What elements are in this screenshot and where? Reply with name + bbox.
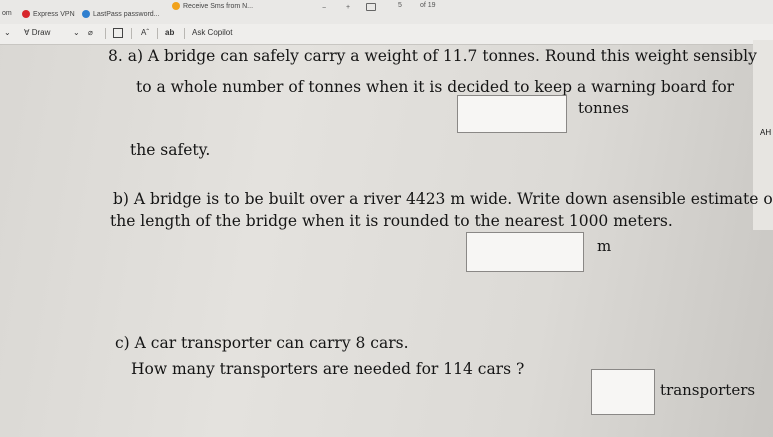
divider	[105, 28, 106, 39]
page-number-input[interactable]: 5	[398, 2, 402, 9]
sms-icon	[172, 2, 180, 10]
zoom-in-button[interactable]: +	[346, 4, 350, 11]
answer-box-c[interactable]	[591, 369, 655, 415]
bookmark-label: LastPass password...	[93, 10, 160, 18]
bookmark-express-vpn[interactable]: Express VPN	[22, 10, 75, 18]
draw-label: Draw	[31, 28, 51, 37]
bookmark-label: Express VPN	[33, 10, 75, 18]
question-a-line3: the safety.	[130, 141, 211, 159]
read-aloud-button[interactable]: Aˆ	[141, 28, 149, 37]
answer-box-b[interactable]	[466, 232, 584, 272]
page-total: of 19	[420, 2, 436, 9]
question-b-line1: b) A bridge is to be built over a river …	[113, 190, 773, 208]
zoom-out-button[interactable]: −	[322, 5, 326, 12]
bookmark-label: Receive Sms from N...	[183, 2, 254, 10]
ask-copilot-button[interactable]: Ask Copilot	[192, 28, 232, 37]
divider	[157, 28, 158, 39]
unit-meters: m	[597, 237, 612, 255]
question-c-line1: c) A car transporter can carry 8 cars.	[115, 334, 409, 352]
unit-tonnes: tonnes	[578, 99, 629, 117]
unit-transporters: transporters	[660, 381, 756, 399]
bookmark-item[interactable]: om	[2, 10, 12, 17]
highlight-button[interactable]: ab	[165, 28, 174, 37]
side-label: AH	[760, 128, 772, 137]
question-a-line2: to a whole number of tonnes when it is d…	[136, 78, 735, 96]
view-icon[interactable]	[113, 28, 123, 38]
expressvpn-icon	[22, 10, 30, 18]
draw-button[interactable]: ∀ Draw	[24, 28, 50, 37]
lastpass-icon	[82, 10, 90, 18]
question-c-line2: How many transporters are needed for 114…	[131, 360, 525, 378]
chevron-down-icon[interactable]: ⌄	[73, 28, 80, 37]
fit-page-icon[interactable]	[366, 3, 376, 11]
divider	[131, 28, 132, 39]
chevron-down-icon[interactable]: ⌄	[4, 28, 11, 37]
question-b-line2: the length of the bridge when it is roun…	[110, 212, 673, 230]
eraser-icon[interactable]: ⌀	[88, 28, 93, 37]
bookmark-lastpass[interactable]: LastPass password...	[82, 10, 160, 18]
draw-icon: ∀	[24, 28, 32, 37]
divider	[184, 28, 185, 39]
answer-box-a[interactable]	[457, 95, 567, 133]
bookmarks-bar: om Express VPN LastPass password... Rece…	[0, 0, 773, 24]
pdf-toolbar: ⌄ ∀ Draw ⌄ ⌀ Aˆ ab Ask Copilot	[0, 24, 773, 45]
bookmark-receive-sms[interactable]: Receive Sms from N...	[172, 2, 253, 10]
question-a-line1: 8. a) A bridge can safely carry a weight…	[108, 47, 757, 65]
